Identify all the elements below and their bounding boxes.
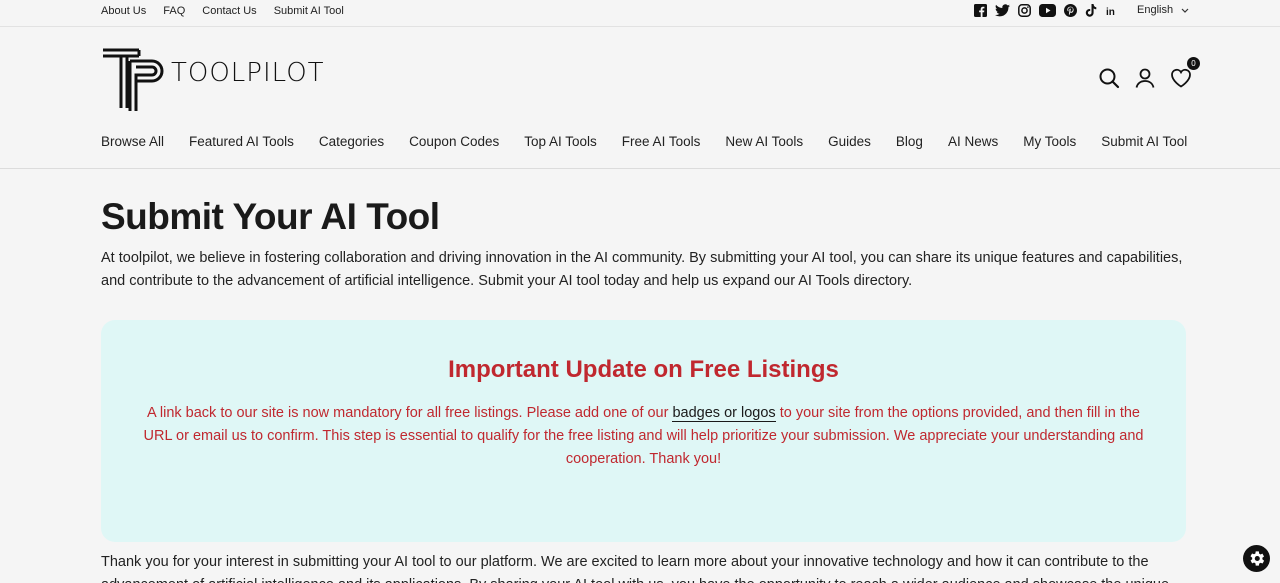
twitter-icon[interactable] bbox=[995, 4, 1010, 17]
main-content: Submit Your AI Tool At toolpilot, we bel… bbox=[101, 196, 1186, 583]
search-icon[interactable] bbox=[1098, 67, 1120, 89]
nav-top-ai-tools[interactable]: Top AI Tools bbox=[524, 134, 597, 149]
toolpilot-logo-mark bbox=[103, 48, 164, 111]
submit-ai-tool-top-link[interactable]: Submit AI Tool bbox=[274, 5, 344, 17]
header-actions: 0 bbox=[1098, 57, 1200, 89]
update-text: A link back to our site is now mandatory… bbox=[139, 402, 1149, 471]
intro-paragraph: At toolpilot, we believe in fostering co… bbox=[101, 250, 1183, 289]
top-links: About Us FAQ Contact Us Submit AI Tool bbox=[101, 5, 361, 17]
nav-new-ai-tools[interactable]: New AI Tools bbox=[725, 134, 803, 149]
nav-browse-all[interactable]: Browse All bbox=[101, 134, 164, 149]
nav-submit-ai-tool[interactable]: Submit AI Tool bbox=[1101, 134, 1187, 149]
nav-categories[interactable]: Categories bbox=[319, 134, 384, 149]
nav-coupon-codes[interactable]: Coupon Codes bbox=[409, 134, 499, 149]
badges-or-logos-link[interactable]: badges or logos bbox=[672, 405, 776, 422]
settings-gear-button[interactable] bbox=[1243, 545, 1270, 572]
page-title: Submit Your AI Tool bbox=[101, 196, 440, 237]
language-selector[interactable]: English bbox=[1137, 4, 1189, 16]
thanks-paragraph: Thank you for your interest in submittin… bbox=[101, 554, 1169, 583]
top-bar: About Us FAQ Contact Us Submit AI Tool i… bbox=[0, 0, 1280, 27]
chevron-down-icon bbox=[1181, 8, 1189, 13]
social-links: in bbox=[974, 4, 1118, 17]
instagram-icon[interactable] bbox=[1018, 4, 1031, 17]
update-text-before: A link back to our site is now mandatory… bbox=[146, 405, 673, 421]
contact-us-link[interactable]: Contact Us bbox=[202, 5, 256, 17]
nav-blog[interactable]: Blog bbox=[896, 134, 923, 149]
update-title: Important Update on Free Listings bbox=[448, 356, 839, 383]
wishlist-heart-icon[interactable]: 0 bbox=[1170, 57, 1200, 89]
main-nav: Browse All Featured AI Tools Categories … bbox=[101, 134, 1212, 149]
account-icon[interactable] bbox=[1134, 67, 1156, 89]
svg-text:in: in bbox=[1106, 7, 1115, 17]
faq-link[interactable]: FAQ bbox=[163, 5, 185, 17]
site-logo[interactable]: TOOLPILOT bbox=[101, 47, 336, 113]
pinterest-icon[interactable] bbox=[1064, 4, 1077, 17]
site-header: TOOLPILOT 0 Browse All Featured AI Tools… bbox=[0, 27, 1280, 169]
nav-featured-ai-tools[interactable]: Featured AI Tools bbox=[189, 134, 294, 149]
logo-text: TOOLPILOT bbox=[171, 58, 325, 88]
facebook-icon[interactable] bbox=[974, 4, 987, 17]
nav-guides[interactable]: Guides bbox=[828, 134, 871, 149]
nav-free-ai-tools[interactable]: Free AI Tools bbox=[622, 134, 701, 149]
nav-my-tools[interactable]: My Tools bbox=[1023, 134, 1076, 149]
language-label: English bbox=[1137, 4, 1174, 16]
youtube-icon[interactable] bbox=[1039, 4, 1056, 17]
linkedin-icon[interactable]: in bbox=[1105, 4, 1118, 17]
nav-ai-news[interactable]: AI News bbox=[948, 134, 998, 149]
important-update-box: Important Update on Free Listings A link… bbox=[101, 320, 1186, 542]
gear-icon bbox=[1250, 551, 1265, 566]
tiktok-icon[interactable] bbox=[1085, 4, 1097, 17]
wishlist-count-badge: 0 bbox=[1187, 57, 1200, 70]
about-us-link[interactable]: About Us bbox=[101, 5, 146, 17]
